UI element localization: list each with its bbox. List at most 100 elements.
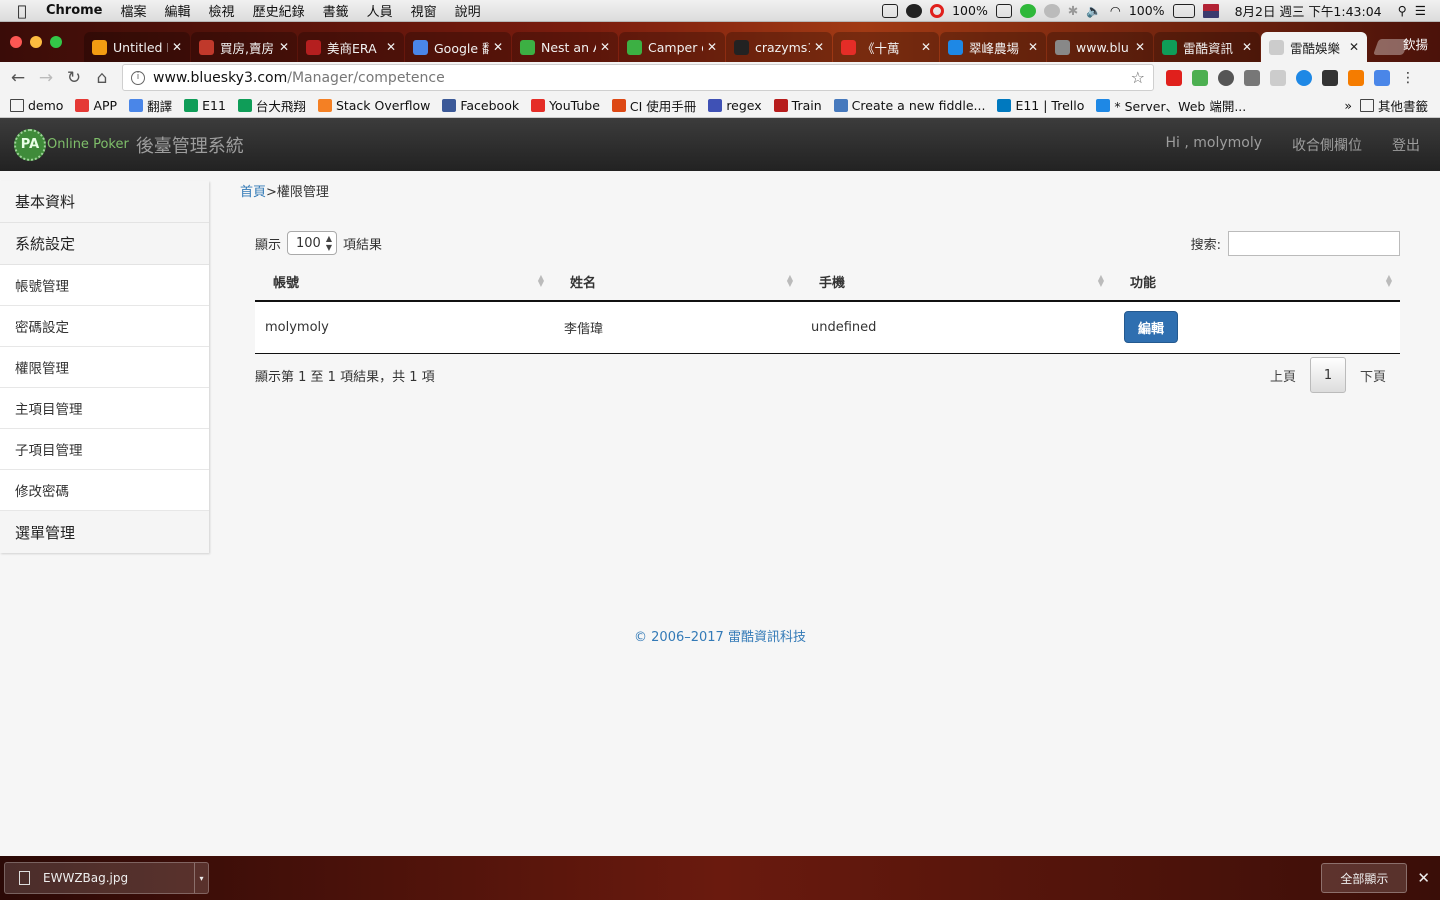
bookmark-item[interactable]: Create a new fiddle... — [833, 98, 985, 113]
close-tab-icon[interactable]: ✕ — [279, 40, 289, 54]
back-icon[interactable]: ← — [4, 68, 32, 88]
close-icon[interactable]: ✕ — [1417, 869, 1430, 887]
other-bookmarks-folder[interactable]: 其他書籤 — [1359, 96, 1428, 115]
bookmark-item[interactable]: 台大飛翔 — [237, 96, 306, 115]
close-tab-icon[interactable]: ✕ — [493, 40, 503, 54]
translate-extension-icon[interactable] — [1374, 69, 1390, 86]
sidebar-item-password-settings[interactable]: 密碼設定 — [0, 306, 209, 347]
notification-center-icon[interactable]: ☰ — [1415, 3, 1426, 18]
minimize-window-icon[interactable] — [30, 36, 42, 48]
column-header-name[interactable]: 姓名 ▲ ▼ — [552, 263, 801, 302]
pocket-icon[interactable] — [1218, 69, 1234, 86]
zoom-window-icon[interactable] — [50, 36, 62, 48]
browser-tab[interactable]: 買房,賣房 ✕ — [191, 32, 297, 62]
sidebar-section-system-settings[interactable]: 系統設定 — [0, 223, 209, 265]
menu-app-chrome[interactable]: Chrome — [44, 3, 112, 18]
bluetooth-icon[interactable]: ✱ — [1068, 3, 1078, 18]
brand-title[interactable]: 後臺管理系統 — [136, 132, 244, 158]
close-tab-icon[interactable]: ✕ — [814, 40, 824, 54]
site-info-icon[interactable]: i — [131, 70, 145, 85]
browser-tab[interactable]: Camper o ✕ — [619, 32, 725, 62]
collapse-sidebar-link[interactable]: 收合側欄位 — [1292, 135, 1362, 155]
clock[interactable]: 8月2日 週三 下午1:43:04 — [1235, 1, 1382, 20]
close-tab-icon[interactable]: ✕ — [172, 40, 182, 54]
sidebar-item-change-password[interactable]: 修改密碼 — [0, 470, 209, 511]
bookmark-star-icon[interactable]: ☆ — [1131, 68, 1145, 87]
bookmark-item[interactable]: 翻譯 — [129, 96, 172, 115]
search-input[interactable] — [1228, 230, 1400, 256]
browser-tab[interactable]: 雷酷娛樂 ✕ — [1261, 32, 1367, 62]
wifi-icon[interactable]: ◠ — [1110, 3, 1121, 18]
logout-link[interactable]: 登出 — [1392, 135, 1420, 155]
bookmark-item[interactable]: Facebook — [442, 98, 519, 113]
dark-circle-icon[interactable] — [906, 3, 923, 18]
orange-extension-icon[interactable] — [1348, 69, 1364, 86]
menu-history[interactable]: 歷史紀錄 — [244, 1, 314, 20]
browser-tab[interactable]: www.blu ✕ — [1047, 32, 1153, 62]
bookmark-item[interactable]: Stack Overflow — [317, 98, 430, 113]
show-all-downloads-button[interactable]: 全部顯示 — [1321, 863, 1408, 893]
bookmark-item[interactable]: * Server、Web 端開... — [1096, 96, 1246, 115]
menu-bookmarks[interactable]: 書籤 — [314, 1, 358, 20]
chevron-down-icon[interactable]: ▾ — [194, 863, 208, 893]
menu-file[interactable]: 檔案 — [112, 1, 156, 20]
browser-tab[interactable]: 美商ERA ✕ — [298, 32, 404, 62]
forward-icon[interactable]: → — [32, 68, 60, 88]
battery-icon[interactable] — [1172, 3, 1195, 18]
sidebar-item-sub-items[interactable]: 子項目管理 — [0, 429, 209, 470]
extension-green-icon[interactable] — [1192, 69, 1208, 86]
home-icon[interactable]: ⌂ — [88, 68, 116, 88]
bookmark-item[interactable]: regex — [708, 98, 762, 113]
browser-tab[interactable]: Google 翻 ✕ — [405, 32, 511, 62]
spotlight-search-icon[interactable]: ⚲ — [1398, 3, 1407, 18]
address-bar[interactable]: i www.bluesky3.com/Manager/competence ☆ — [122, 64, 1154, 91]
mail-extension-icon[interactable] — [1244, 69, 1260, 86]
close-tab-icon[interactable]: ✕ — [386, 40, 396, 54]
browser-tab[interactable]: Untitled D ✕ — [84, 32, 190, 62]
bookmark-item[interactable]: demo — [10, 98, 63, 113]
bookmark-item[interactable]: Train — [773, 98, 822, 113]
prev-page-button[interactable]: 上頁 — [1256, 366, 1310, 385]
airplay-icon[interactable] — [995, 3, 1012, 18]
browser-tab[interactable]: 雷酷資訊 ✕ — [1154, 32, 1260, 62]
volume-icon[interactable]: 🔈 — [1086, 3, 1102, 19]
line-icon[interactable] — [1019, 3, 1036, 18]
column-header-actions[interactable]: 功能 ▲ ▼ — [1112, 263, 1400, 302]
bookmark-item[interactable]: YouTube — [531, 98, 600, 113]
close-tab-icon[interactable]: ✕ — [1242, 40, 1252, 54]
css-extension-icon[interactable] — [1270, 69, 1286, 86]
column-header-account[interactable]: 帳號 ▲ ▼ — [255, 263, 552, 302]
bookmark-item[interactable]: E11 | Trello — [997, 98, 1084, 113]
menu-edit[interactable]: 編輯 — [156, 1, 200, 20]
menu-people[interactable]: 人員 — [358, 1, 402, 20]
bookmarks-overflow-button[interactable]: » — [1344, 98, 1352, 113]
close-window-icon[interactable] — [10, 36, 22, 48]
apple-menu-icon[interactable]:  — [0, 2, 44, 20]
close-tab-icon[interactable]: ✕ — [921, 40, 931, 54]
bookmark-item[interactable]: E11 — [184, 98, 226, 113]
breadcrumb-home-link[interactable]: 首頁 — [240, 185, 266, 200]
menu-help[interactable]: 說明 — [446, 1, 490, 20]
close-tab-icon[interactable]: ✕ — [707, 40, 717, 54]
edit-button[interactable]: 編輯 — [1124, 311, 1178, 344]
browser-tab[interactable]: 《十萬 ✕ — [833, 32, 939, 62]
screen-icon[interactable] — [882, 3, 899, 18]
opera-icon[interactable] — [930, 3, 945, 18]
blue-extension-icon[interactable] — [1296, 69, 1312, 86]
stylish-extension-icon[interactable] — [1322, 69, 1338, 86]
menu-window[interactable]: 視窗 — [402, 1, 446, 20]
current-page-button[interactable]: 1 — [1309, 357, 1346, 393]
sidebar-section-menu-management[interactable]: 選單管理 — [0, 511, 209, 553]
download-item[interactable]: EWWZBag.jpg ▾ — [4, 862, 209, 894]
close-tab-icon[interactable]: ✕ — [1028, 40, 1038, 54]
column-header-phone[interactable]: 手機 ▲ ▼ — [801, 263, 1112, 302]
time-machine-icon[interactable] — [1043, 3, 1060, 18]
close-tab-icon[interactable]: ✕ — [1135, 40, 1145, 54]
sidebar-item-main-items[interactable]: 主項目管理 — [0, 388, 209, 429]
browser-tab[interactable]: Nest an A ✕ — [512, 32, 618, 62]
bookmark-item[interactable]: APP — [75, 98, 117, 113]
browser-tab[interactable]: crazyms1 ✕ — [726, 32, 832, 62]
sidebar-item-accounts[interactable]: 帳號管理 — [0, 265, 209, 306]
menu-view[interactable]: 檢視 — [200, 1, 244, 20]
user-greeting[interactable]: Hi , molymoly — [1165, 135, 1262, 155]
